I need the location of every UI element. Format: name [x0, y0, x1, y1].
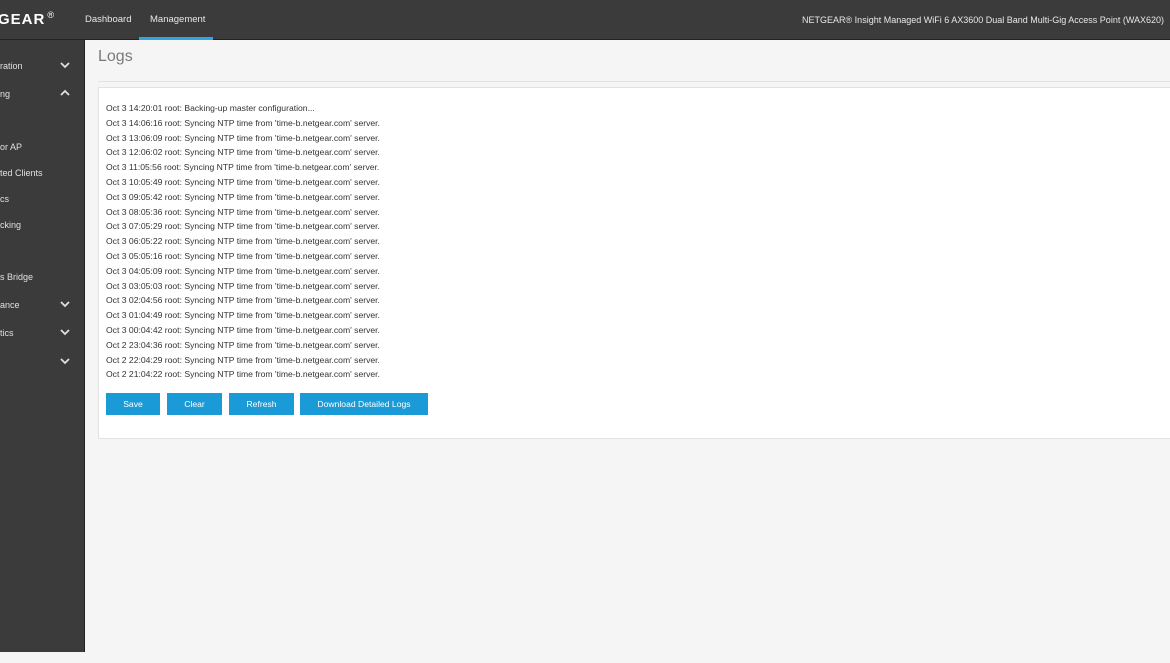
chevron-down-icon: [60, 62, 70, 69]
sidebar-item-packet-tracking[interactable]: cking: [0, 215, 85, 235]
sidebar-item-more[interactable]: [0, 352, 85, 372]
sidebar-item-label: s Bridge: [0, 272, 34, 282]
logs-panel: Oct 3 14:20:01 root: Backing-up master c…: [98, 87, 1170, 439]
log-line: Oct 3 05:05:16 root: Syncing NTP time fr…: [106, 250, 380, 261]
logo-mark: ®: [47, 10, 55, 20]
sidebar-item-label: cking: [0, 220, 22, 230]
sidebar-item-monitoring[interactable]: ng: [0, 84, 85, 104]
chevron-down-icon: [60, 329, 70, 336]
download-detailed-logs-button[interactable]: Download Detailed Logs: [300, 393, 428, 415]
log-line: Oct 3 04:05:09 root: Syncing NTP time fr…: [106, 265, 380, 276]
refresh-button[interactable]: Refresh: [229, 393, 294, 415]
log-line: Oct 3 14:06:16 root: Syncing NTP time fr…: [106, 117, 380, 128]
sidebar-item-label: ted Clients: [0, 168, 43, 178]
sidebar-item-connected-clients[interactable]: ted Clients: [0, 163, 85, 183]
top-bar: GEAR ® Dashboard Management NETGEAR® Insi…: [0, 0, 1170, 40]
sidebar-item-label: cs: [0, 194, 9, 204]
netgear-logo[interactable]: GEAR ®: [0, 10, 55, 28]
sidebar-item-label: tics: [0, 328, 14, 338]
log-line: Oct 3 07:05:29 root: Syncing NTP time fr…: [106, 221, 380, 232]
log-line: Oct 3 11:05:56 root: Syncing NTP time fr…: [106, 162, 380, 173]
log-line: Oct 3 12:06:02 root: Syncing NTP time fr…: [106, 147, 380, 158]
log-line: Oct 3 00:04:42 root: Syncing NTP time fr…: [106, 324, 380, 335]
log-textarea[interactable]: Oct 3 14:20:01 root: Backing-up master c…: [106, 101, 806, 381]
sidebar-item-label: or AP: [0, 142, 23, 152]
sidebar-item-wireless-bridge[interactable]: s Bridge: [0, 267, 85, 287]
product-title: NETGEAR® Insight Managed WiFi 6 AX3600 D…: [802, 15, 1164, 25]
sidebar-item-maintenance[interactable]: ance: [0, 295, 85, 315]
chevron-up-icon: [60, 89, 70, 96]
log-line: Oct 2 21:04:22 root: Syncing NTP time fr…: [106, 369, 380, 380]
chevron-down-icon: [60, 301, 70, 308]
log-line: Oct 3 10:05:49 root: Syncing NTP time fr…: [106, 176, 380, 187]
logo-text: GEAR: [0, 11, 46, 28]
tab-dashboard[interactable]: Dashboard: [85, 0, 131, 40]
log-line: Oct 3 09:05:42 root: Syncing NTP time fr…: [106, 191, 380, 202]
log-line: Oct 3 03:05:03 root: Syncing NTP time fr…: [106, 280, 380, 291]
log-line: Oct 2 22:04:29 root: Syncing NTP time fr…: [106, 354, 380, 365]
log-line: Oct 3 01:04:49 root: Syncing NTP time fr…: [106, 310, 380, 321]
save-button[interactable]: Save: [106, 393, 160, 415]
page-title: Logs: [98, 48, 133, 65]
log-line: Oct 2 23:04:36 root: Syncing NTP time fr…: [106, 339, 380, 350]
log-line: Oct 3 08:05:36 root: Syncing NTP time fr…: [106, 206, 380, 217]
log-line: Oct 3 13:06:09 root: Syncing NTP time fr…: [106, 132, 380, 143]
sidebar-item-configuration[interactable]: ration: [0, 56, 85, 76]
chevron-down-icon: [60, 358, 70, 365]
log-line: Oct 3 06:05:22 root: Syncing NTP time fr…: [106, 236, 380, 247]
tab-management[interactable]: Management: [139, 0, 213, 40]
sidebar-item-label: ng: [0, 89, 11, 99]
log-line: Oct 3 14:20:01 root: Backing-up master c…: [106, 103, 315, 113]
sidebar-item-neighbor-ap[interactable]: or AP: [0, 137, 85, 157]
sidebar-item-label: ration: [0, 61, 23, 71]
sidebar-item-diagnostics[interactable]: tics: [0, 323, 85, 343]
clear-button[interactable]: Clear: [167, 393, 222, 415]
sidebar-item-statistics[interactable]: cs: [0, 189, 85, 209]
sidebar-item-label: ance: [0, 300, 20, 310]
sidebar: ration ng or AP ted Clients cs cking s B…: [0, 40, 85, 652]
log-line: Oct 3 02:04:56 root: Syncing NTP time fr…: [106, 295, 380, 306]
title-divider: [98, 81, 1170, 82]
